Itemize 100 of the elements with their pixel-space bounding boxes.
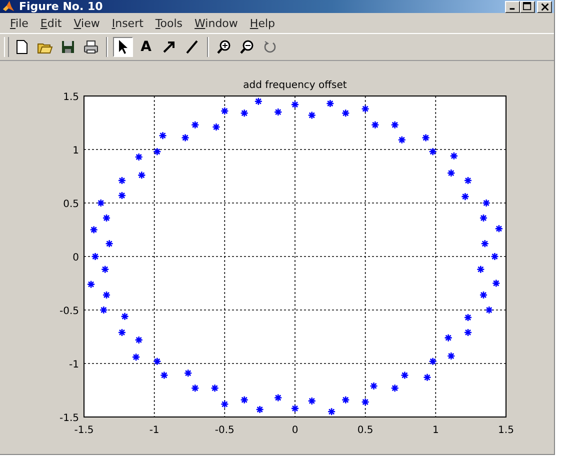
data-point — [490, 252, 499, 261]
data-point — [476, 265, 485, 274]
data-point — [400, 371, 409, 380]
data-point — [398, 136, 406, 144]
data-point — [86, 280, 96, 288]
data-point — [464, 176, 472, 185]
close-button[interactable] — [537, 0, 552, 13]
y-tick-label: -1.5 — [59, 413, 79, 424]
data-point — [134, 152, 144, 162]
data-point — [428, 147, 437, 156]
x-tick-label: 1 — [432, 425, 439, 436]
data-point — [240, 396, 249, 404]
minimize-button[interactable] — [505, 0, 520, 13]
data-point — [361, 398, 370, 406]
data-point — [361, 104, 370, 113]
data-point — [308, 111, 316, 120]
data-point — [464, 313, 472, 322]
data-point — [290, 100, 300, 109]
data-point — [479, 290, 488, 300]
y-tick-label: 1 — [72, 146, 79, 156]
data-point — [210, 384, 219, 392]
data-point — [342, 108, 350, 118]
data-point — [447, 352, 456, 360]
data-point — [102, 290, 111, 300]
data-point — [482, 198, 490, 208]
data-point — [158, 131, 167, 140]
x-tick-label: -1 — [149, 425, 160, 436]
data-point — [118, 191, 126, 200]
data-point — [290, 404, 300, 413]
data-point — [105, 240, 114, 248]
data-point — [118, 176, 126, 185]
data-point — [423, 373, 432, 382]
data-point — [184, 368, 192, 378]
menu-item[interactable]: Edit — [34, 16, 68, 32]
data-point — [274, 394, 282, 402]
data-point — [444, 334, 452, 342]
data-point — [100, 265, 110, 274]
data-point — [342, 396, 350, 404]
data-point — [461, 192, 470, 201]
data-point — [492, 279, 500, 288]
data-point — [390, 384, 400, 392]
peak-surface-icon — [2, 0, 15, 14]
data-point — [327, 408, 336, 416]
data-point — [134, 336, 144, 344]
data-point — [181, 134, 190, 142]
x-tick-label: 1.5 — [498, 425, 514, 436]
y-tick-label: 1.5 — [63, 92, 79, 103]
data-point — [274, 108, 282, 116]
data-point — [153, 147, 162, 156]
y-tick-label: 0.5 — [63, 199, 79, 210]
menu-item[interactable]: Help — [244, 16, 282, 32]
text-tool[interactable]: A — [136, 37, 156, 58]
data-point — [220, 106, 229, 116]
data-point — [240, 108, 249, 118]
x-tick-label: -0.5 — [214, 425, 234, 436]
data-point — [479, 214, 488, 222]
y-tick-label: -0.5 — [59, 306, 79, 317]
data-point — [190, 120, 200, 130]
menu-item[interactable]: Insert — [106, 16, 150, 32]
data-point — [484, 306, 494, 314]
chart-title: add frequency offset — [243, 80, 347, 91]
data-point — [447, 168, 456, 178]
data-point — [102, 214, 111, 222]
x-tick-label: 0.5 — [357, 425, 374, 436]
data-point — [120, 312, 129, 321]
data-point — [390, 120, 400, 130]
menu-item[interactable]: Tools — [149, 16, 189, 32]
data-point — [428, 357, 437, 366]
data-point — [256, 405, 264, 414]
data-point — [370, 382, 378, 390]
data-point — [254, 97, 263, 106]
data-point — [91, 252, 100, 261]
data-point — [90, 226, 98, 234]
data-point — [212, 122, 220, 132]
close-icon — [540, 2, 548, 11]
menu-item[interactable]: File — [4, 16, 34, 32]
maximize-button[interactable] — [520, 0, 535, 13]
data-point — [190, 384, 200, 392]
menu-item[interactable]: View — [68, 16, 106, 32]
x-tick-label: 0 — [292, 425, 298, 436]
maximize-icon — [523, 2, 532, 12]
data-point — [160, 371, 168, 380]
data-point — [100, 306, 108, 314]
data-point — [450, 152, 458, 160]
window-title: Figure No. 10 — [19, 0, 104, 14]
data-point — [308, 396, 316, 406]
data-point — [118, 328, 126, 337]
menu-item[interactable]: Window — [188, 16, 244, 32]
data-point — [96, 198, 106, 208]
y-tick-label: -1 — [69, 360, 79, 370]
data-point — [494, 224, 504, 233]
x-tick-label: -1.5 — [74, 425, 94, 436]
data-point — [422, 134, 430, 142]
y-tick-label: 0 — [72, 252, 79, 264]
data-point — [326, 99, 334, 108]
data-point — [371, 120, 380, 130]
data-point — [464, 328, 472, 337]
data-point — [153, 357, 162, 366]
data-point — [480, 240, 490, 248]
data-point — [138, 171, 146, 180]
